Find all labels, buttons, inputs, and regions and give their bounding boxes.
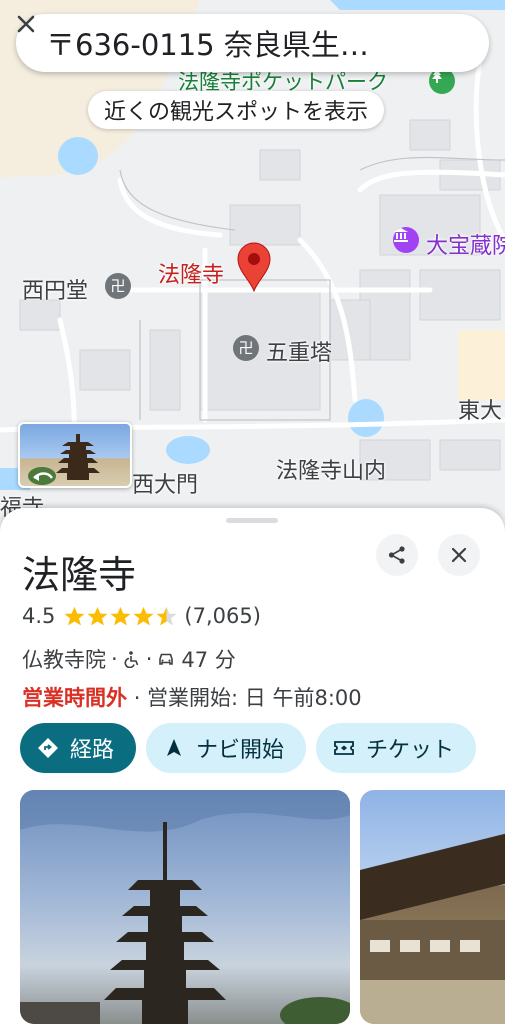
map-pin-icon[interactable] xyxy=(237,242,271,292)
navigate-button[interactable]: ナビ開始 xyxy=(146,723,307,773)
wheelchair-icon xyxy=(124,651,138,668)
map-label-gojunoto[interactable]: 五重塔 xyxy=(266,335,332,367)
search-bar[interactable]: 〒636-0115 奈良県生… xyxy=(16,14,489,72)
star-icon xyxy=(87,606,108,625)
opening-time: · 営業開始: 日 午前8:00 xyxy=(133,686,362,710)
info-row: 仏教寺院 · · 47 分 xyxy=(22,644,236,674)
photo-carousel[interactable] xyxy=(20,790,505,1024)
map-label-saiendo[interactable]: 西円堂 xyxy=(22,273,88,305)
map-label-horyuji[interactable]: 法隆寺 xyxy=(158,257,224,289)
temple-icon[interactable]: 卍 xyxy=(233,335,259,361)
tickets-button[interactable]: チケット xyxy=(316,723,477,773)
close-sheet-button[interactable] xyxy=(438,534,480,576)
directions-label: 経路 xyxy=(70,738,115,763)
navigate-label: ナビ開始 xyxy=(196,738,285,763)
star-icon xyxy=(133,606,154,625)
rating-stars xyxy=(63,605,178,628)
star-icon xyxy=(110,606,131,625)
search-text[interactable]: 〒636-0115 奈良県生… xyxy=(46,22,435,64)
photo-temple-hall[interactable] xyxy=(360,790,505,1024)
share-icon xyxy=(388,546,405,564)
street-view-thumbnail[interactable] xyxy=(18,422,132,488)
rating-row[interactable]: 4.5 (7,065) xyxy=(22,604,261,628)
place-category: 仏教寺院 xyxy=(22,648,106,672)
map-label-sannai[interactable]: 法隆寺山内 xyxy=(276,453,386,485)
temple-icon[interactable]: 卍 xyxy=(105,273,131,299)
museum-icon[interactable] xyxy=(393,227,419,253)
photo-pagoda[interactable] xyxy=(20,790,350,1024)
map-label-nishi-daimon[interactable]: 西大門 xyxy=(132,467,198,499)
close-icon[interactable] xyxy=(17,15,465,58)
ticket-icon xyxy=(332,736,356,760)
tickets-label: チケット xyxy=(366,738,455,763)
star-half-icon xyxy=(156,606,177,625)
nearby-spots-chip[interactable]: 近くの観光スポットを表示 xyxy=(88,91,385,129)
star-icon xyxy=(64,606,85,625)
car-icon xyxy=(159,653,174,665)
share-button[interactable] xyxy=(376,534,418,576)
review-count[interactable]: (7,065) xyxy=(184,604,261,628)
place-sheet: 法隆寺 4.5 (7,065) 仏教寺院 · · 47 分 営業時間外 · 営業… xyxy=(0,508,505,1024)
place-title: 法隆寺 xyxy=(22,553,137,597)
status-closed: 営業時間外 xyxy=(22,686,127,710)
map-label-daihozo[interactable]: 大宝蔵院 xyxy=(426,228,505,260)
hours-row[interactable]: 営業時間外 · 営業開始: 日 午前8:00 xyxy=(22,682,362,712)
action-buttons: 経路 ナビ開始 チケット xyxy=(20,723,477,773)
drive-time: 47 分 xyxy=(181,648,236,672)
navigation-arrow-icon xyxy=(162,736,186,760)
rating-value: 4.5 xyxy=(22,604,56,628)
directions-icon xyxy=(36,736,60,760)
map-label-todai[interactable]: 東大 xyxy=(458,393,502,425)
drag-handle[interactable] xyxy=(226,518,278,523)
directions-button[interactable]: 経路 xyxy=(20,723,137,773)
map-view[interactable]: 法隆寺ポケットパーク 近くの観光スポットを表示 大宝蔵院 法隆寺 西円堂 卍 卍… xyxy=(0,0,505,530)
close-icon xyxy=(451,547,467,563)
